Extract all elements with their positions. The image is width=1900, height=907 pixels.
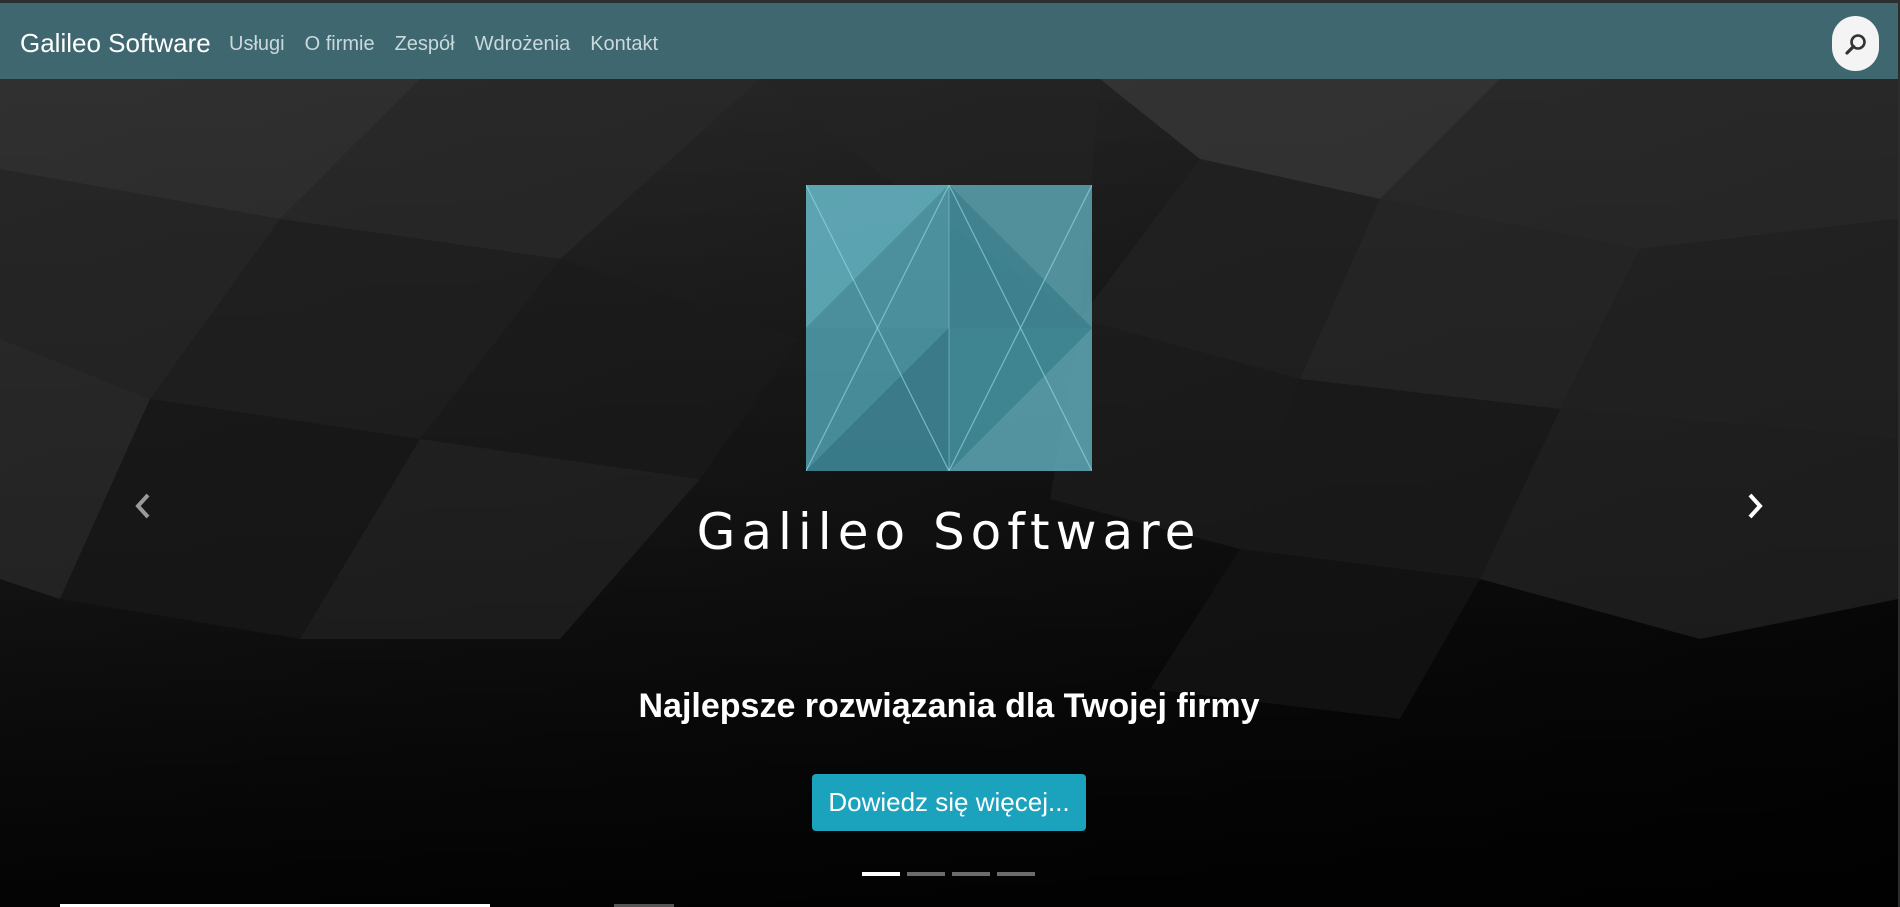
nav-link-zespol[interactable]: Zespół	[395, 33, 455, 56]
chevron-right-icon	[1748, 493, 1763, 519]
hero-tagline: Najlepsze rozwiązania dla Twojej firmy	[638, 687, 1260, 725]
carousel-prev-button[interactable]	[123, 476, 163, 536]
nav-links: Usługi O firmie Zespół Wdrożenia Kontakt	[229, 33, 678, 56]
page: Galileo Software Usługi O firmie Zespół …	[0, 0, 1900, 907]
navbar: Galileo Software Usługi O firmie Zespół …	[0, 0, 1900, 79]
carousel-indicator-1[interactable]	[862, 872, 900, 876]
hero-logo-text: Galileo Software	[696, 503, 1202, 561]
galileo-logo-mark	[806, 185, 1092, 471]
search-button[interactable]	[1832, 16, 1879, 71]
nav-link-wdrozenia[interactable]: Wdrożenia	[475, 33, 571, 56]
carousel-indicator-4[interactable]	[997, 872, 1035, 876]
carousel-next-button[interactable]	[1735, 476, 1775, 536]
nav-link-kontakt[interactable]: Kontakt	[590, 33, 658, 56]
brand-link[interactable]: Galileo Software	[20, 28, 211, 59]
carousel-indicators	[862, 872, 1042, 876]
nav-link-uslugi[interactable]: Usługi	[229, 33, 285, 56]
hero-carousel: Galileo Software Najlepsze rozwiązania d…	[0, 79, 1898, 907]
learn-more-button[interactable]: Dowiedz się więcej...	[812, 774, 1086, 831]
carousel-indicator-2[interactable]	[907, 872, 945, 876]
search-icon	[1844, 33, 1866, 55]
carousel-indicator-3[interactable]	[952, 872, 990, 876]
chevron-left-icon	[135, 493, 150, 519]
nav-link-o-firmie[interactable]: O firmie	[305, 33, 375, 56]
